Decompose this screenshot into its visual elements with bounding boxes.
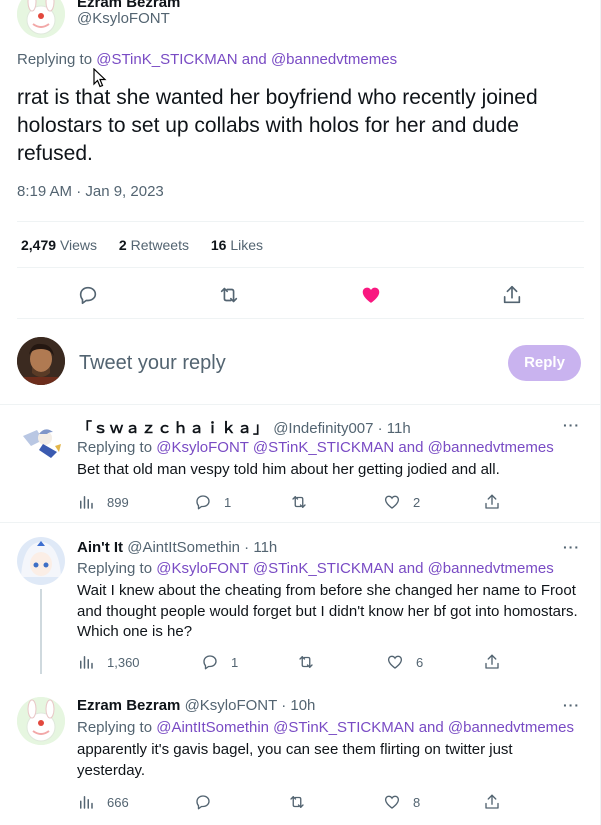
share-action[interactable] <box>483 652 501 672</box>
reply-header: 「ｓｗａｚｃｈａｉｋａ」 @Indefinity007 · 11h <box>77 417 411 438</box>
views-action[interactable]: 1,360 <box>77 652 140 672</box>
like-icon <box>384 495 400 509</box>
reply-author-name[interactable]: 「ｓｗａｚｃｈａｉｋａ」 <box>77 420 269 437</box>
reply-text: Bet that old man vespy told him about he… <box>77 461 500 478</box>
share-icon <box>485 494 499 509</box>
views-action[interactable]: 899 <box>77 492 129 512</box>
views-action[interactable]: 666 <box>77 792 129 812</box>
views-count: 1,360 <box>107 654 140 670</box>
divider <box>17 267 584 268</box>
share-action[interactable] <box>483 792 501 812</box>
reply-button[interactable]: Reply <box>508 345 581 381</box>
views-icon <box>80 656 93 669</box>
reply-tweet[interactable]: Ezram Bezram @KsyloFONT · 10h ··· Replyi… <box>0 682 600 825</box>
reply-tweet[interactable]: 「ｓｗａｚｃｈａｉｋａ」 @Indefinity007 · 11h ··· Re… <box>0 404 600 522</box>
reply-tweet[interactable]: Ain't It @AintItSomethin · 11h ··· Reply… <box>0 522 600 682</box>
reply-action[interactable]: 1 <box>201 652 238 672</box>
replying-to-links[interactable]: @AintItSomethin @STinK_STICKMAN and @ban… <box>156 719 574 736</box>
reply-icon <box>203 655 217 670</box>
reply-action[interactable]: 1 <box>194 492 231 512</box>
retweet-action[interactable] <box>288 792 318 812</box>
replying-prefix: Replying to <box>77 719 157 736</box>
author-avatar[interactable] <box>17 0 65 38</box>
views-count: 899 <box>107 494 129 510</box>
share-icon <box>485 794 499 809</box>
retweet-icon <box>299 656 313 668</box>
stat-likes[interactable]: 16 Likes <box>211 237 263 253</box>
stat-retweets[interactable]: 2 Retweets <box>119 237 189 253</box>
more-options-icon[interactable]: ··· <box>563 697 580 713</box>
like-count: 2 <box>413 494 421 510</box>
reply-action-bar: 666 8 <box>77 792 587 812</box>
thread-connector <box>40 589 42 674</box>
reply-text: apparently it's gavis bagel, you can see… <box>77 741 513 779</box>
reply-author-name[interactable]: Ain't It <box>77 539 123 556</box>
like-count: 8 <box>413 794 421 810</box>
reply-avatar[interactable] <box>17 697 65 745</box>
share-action[interactable] <box>483 492 501 512</box>
reply-text: Wait I knew about the cheating from befo… <box>77 582 578 640</box>
retweet-action[interactable] <box>290 492 320 512</box>
reply-count: 1 <box>231 654 239 670</box>
replying-to-line: Replying to @KsyloFONT @STinK_STICKMAN a… <box>77 439 554 456</box>
my-avatar[interactable] <box>17 337 65 385</box>
reply-handle-time[interactable]: @Indefinity007 · 11h <box>273 420 411 437</box>
reply-icon[interactable] <box>77 284 99 306</box>
share-icon[interactable] <box>501 284 523 306</box>
reply-header: Ain't It @AintItSomethin · 11h <box>77 539 277 556</box>
reply-icon <box>196 795 210 810</box>
tweet-timestamp[interactable]: 8:19 AM · Jan 9, 2023 <box>17 183 164 200</box>
tweet-text: rrat is that she wanted her boyfriend wh… <box>17 86 538 165</box>
reply-icon <box>196 495 210 510</box>
tweet-stats: 2,479 Views 2 Retweets 16 Likes <box>21 237 281 253</box>
reply-avatar[interactable] <box>17 416 65 464</box>
replying-to-links[interactable]: @STinK_STICKMAN and @bannedvtmemes <box>96 51 397 68</box>
reply-action[interactable] <box>194 792 224 812</box>
stat-views[interactable]: 2,479 Views <box>21 237 97 253</box>
more-options-icon[interactable]: ··· <box>563 539 580 555</box>
replying-to-line: Replying to @AintItSomethin @STinK_STICK… <box>77 719 574 736</box>
retweet-icon <box>292 496 306 508</box>
like-action[interactable]: 2 <box>383 492 420 512</box>
replying-prefix: Replying to <box>17 51 97 68</box>
replying-prefix: Replying to <box>77 439 157 456</box>
replying-to-line: Replying to @STinK_STICKMAN and @bannedv… <box>17 51 397 68</box>
like-icon <box>384 795 400 809</box>
like-icon <box>387 655 403 669</box>
reply-action-bar: 899 1 2 <box>77 492 587 512</box>
reply-action-bar: 1,360 1 6 <box>77 652 587 672</box>
views-icon <box>80 496 93 509</box>
main-action-bar <box>0 281 600 309</box>
retweet-icon <box>290 796 304 808</box>
replying-to-line: Replying to @KsyloFONT @STinK_STICKMAN a… <box>77 560 554 577</box>
divider <box>17 318 584 319</box>
reply-avatar[interactable] <box>17 537 65 585</box>
reply-input[interactable]: Tweet your reply <box>79 352 226 375</box>
reply-handle-time[interactable]: @AintItSomethin · 11h <box>127 539 277 556</box>
divider <box>17 221 584 222</box>
like-action[interactable]: 6 <box>386 652 423 672</box>
reply-handle-time[interactable]: @KsyloFONT · 10h <box>185 697 316 714</box>
like-action[interactable]: 8 <box>383 792 420 812</box>
share-icon <box>485 654 499 669</box>
like-count: 6 <box>416 654 424 670</box>
like-icon-filled[interactable] <box>360 284 382 306</box>
retweet-icon[interactable] <box>218 284 240 306</box>
replying-to-links[interactable]: @KsyloFONT @STinK_STICKMAN and @bannedvt… <box>156 560 553 577</box>
views-count: 666 <box>107 794 129 810</box>
reply-count: 1 <box>224 494 232 510</box>
reply-author-name[interactable]: Ezram Bezram <box>77 697 180 714</box>
more-options-icon[interactable]: ··· <box>563 417 580 433</box>
views-icon <box>80 796 93 809</box>
replying-prefix: Replying to <box>77 560 157 577</box>
replying-to-links[interactable]: @KsyloFONT @STinK_STICKMAN and @bannedvt… <box>156 439 553 456</box>
author-handle[interactable]: @KsyloFONT <box>77 10 170 27</box>
retweet-action[interactable] <box>297 652 327 672</box>
reply-header: Ezram Bezram @KsyloFONT · 10h <box>77 697 315 714</box>
